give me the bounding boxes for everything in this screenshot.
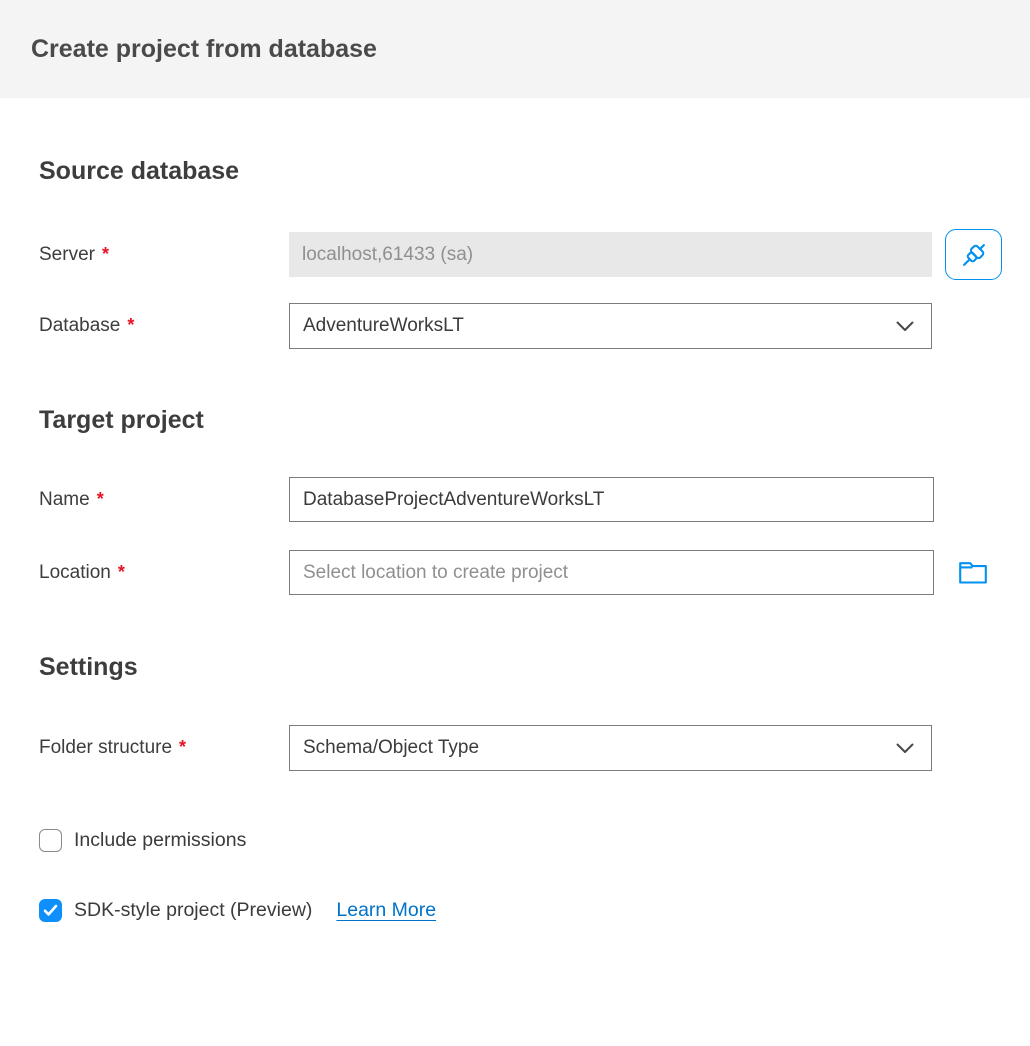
server-required-asterisk: * [102,244,109,264]
section-heading-source-database: Source database [39,157,1002,185]
plug-connect-icon [959,240,989,270]
location-required-asterisk: * [118,562,125,582]
folder-structure-dropdown-value: Schema/Object Type [303,737,479,759]
name-label: Name * [39,489,289,511]
name-label-text: Name [39,489,90,510]
folder-structure-required-asterisk: * [179,737,186,757]
database-row: Database * AdventureWorksLT [39,303,1002,349]
folder-structure-label-text: Folder structure [39,737,172,758]
server-label: Server * [39,244,289,266]
page-title: Create project from database [31,35,377,64]
section-heading-settings: Settings [39,653,1002,681]
database-label: Database * [39,315,289,337]
server-label-text: Server [39,244,95,265]
sdk-style-row: SDK-style project (Preview) Learn More [39,899,1002,922]
learn-more-link[interactable]: Learn More [336,899,436,922]
include-permissions-row: Include permissions [39,829,1002,852]
dialog-header: Create project from database [0,0,1030,98]
sdk-style-checkbox[interactable] [39,899,62,922]
project-location-input[interactable] [289,550,934,595]
connect-server-button[interactable] [945,229,1002,280]
project-name-row: Name * [39,477,1002,522]
section-heading-target-project: Target project [39,406,1002,434]
location-label: Location * [39,562,289,584]
chevron-down-icon [896,321,914,332]
include-permissions-checkbox[interactable] [39,829,62,852]
folder-structure-label: Folder structure * [39,737,289,759]
database-dropdown-value: AdventureWorksLT [303,315,464,337]
server-input [289,232,932,277]
folder-structure-dropdown[interactable]: Schema/Object Type [289,725,932,771]
project-name-input[interactable] [289,477,934,522]
folder-icon [957,558,989,588]
location-label-text: Location [39,562,111,583]
database-label-text: Database [39,315,120,336]
browse-location-button[interactable] [957,558,989,588]
sdk-style-label: SDK-style project (Preview) [74,899,312,922]
database-required-asterisk: * [127,315,134,335]
chevron-down-icon [896,743,914,754]
dialog-body: Source database Server * Database * [0,157,1030,922]
project-location-row: Location * [39,550,1002,595]
include-permissions-label: Include permissions [74,829,246,852]
database-dropdown[interactable]: AdventureWorksLT [289,303,932,349]
name-required-asterisk: * [97,489,104,509]
folder-structure-row: Folder structure * Schema/Object Type [39,725,1002,771]
server-row: Server * [39,229,1002,280]
